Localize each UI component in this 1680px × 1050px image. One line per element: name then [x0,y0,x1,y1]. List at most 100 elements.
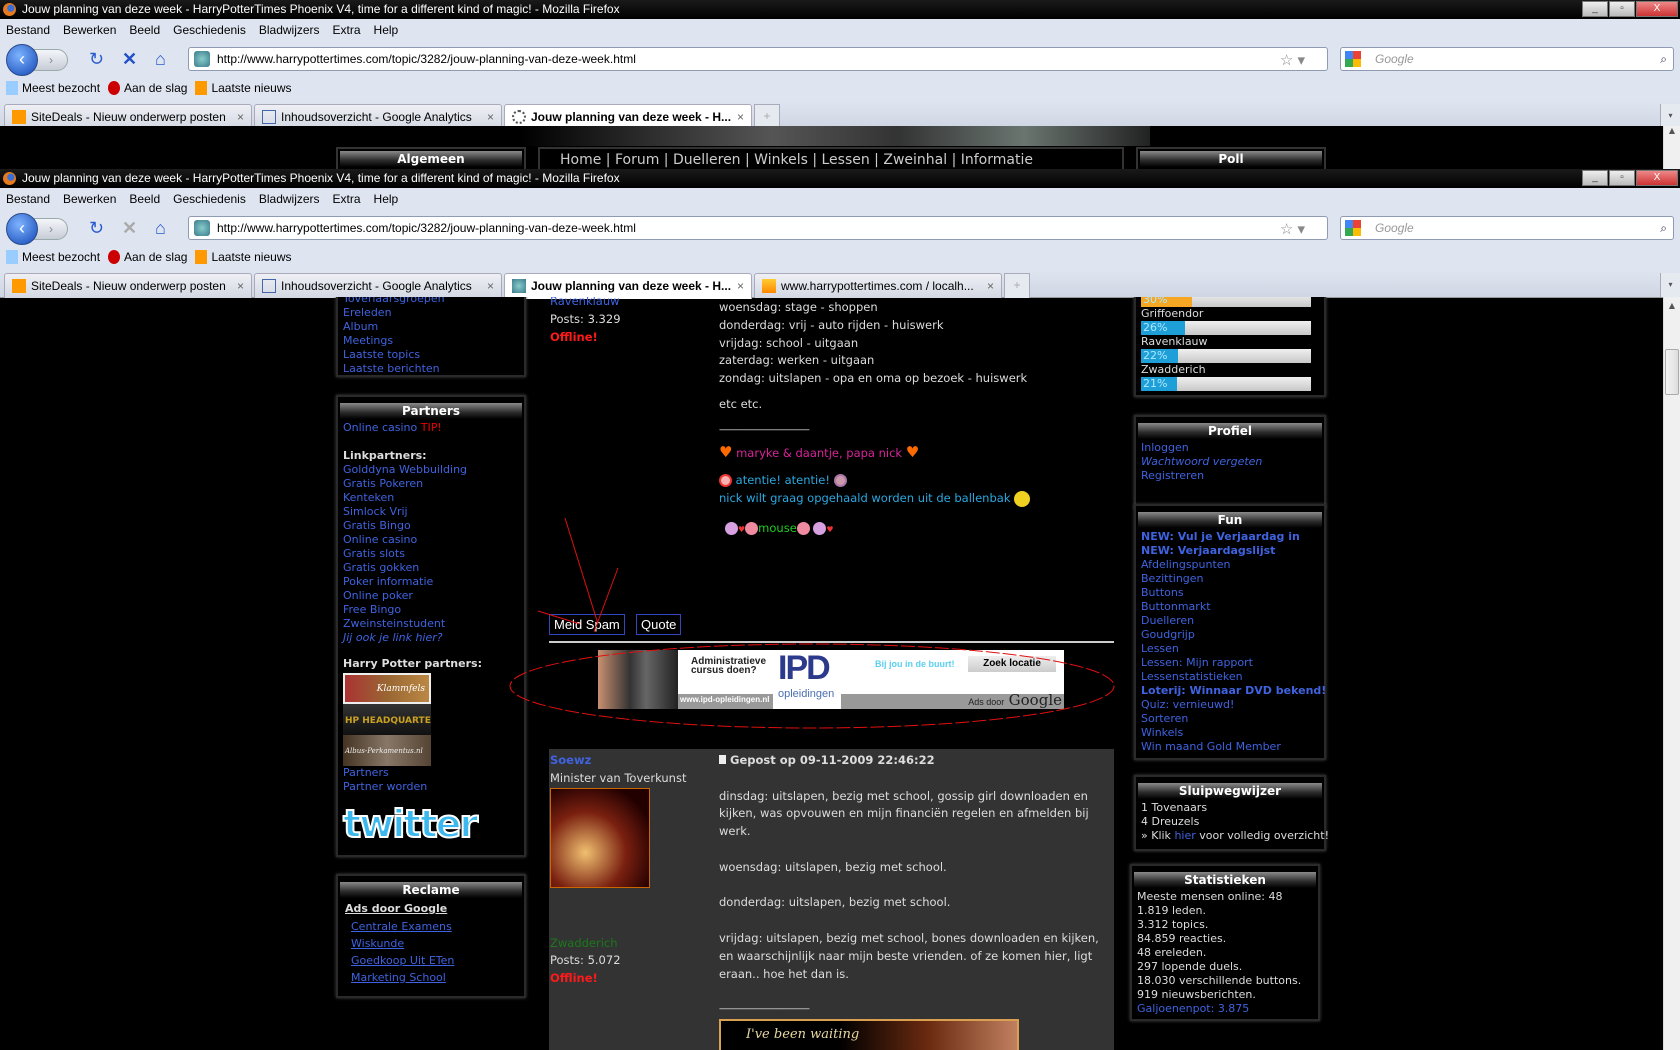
bookmark-star-icon[interactable]: ☆ ▾ [1280,50,1305,72]
menu-geschiedenis[interactable]: Geschiedenis [173,188,246,210]
reload-icon[interactable]: ↻ [89,218,104,238]
page-scrollbar[interactable]: ▲ [1663,297,1680,1050]
bookmark-meest-bezocht[interactable]: Meest bezocht [6,75,100,101]
sitedeals-icon [12,279,26,293]
back-button[interactable]: ‹ [6,44,38,76]
search-icon[interactable]: ⌕ [1660,217,1667,239]
analytics-icon [262,279,276,293]
stop-icon[interactable]: ✕ [122,49,137,69]
poll-box: Poll [1136,147,1326,169]
tab-close-icon[interactable]: × [237,274,244,298]
search-bar[interactable]: Google ⌕ [1340,47,1674,71]
bookmark-meest-bezocht[interactable]: Meest bezocht [6,244,100,270]
header-banner-image [520,126,1150,146]
bookmark-icon [6,250,18,264]
menu-bestand[interactable]: Bestand [6,19,50,41]
tab-list-button[interactable]: ▾ [1660,273,1680,297]
tab-label: Jouw planning van deze week - H... [531,110,732,124]
menu-bladwijzers[interactable]: Bladwijzers [259,188,320,210]
back-window-chrome: Bestand Bewerken Beeld Geschiedenis Bladwijz… [0,19,1680,130]
front-window-titlebar[interactable]: Jouw planning van deze week - HarryPotte… [0,169,1680,188]
tab-label: Jouw planning van deze week - H... [531,279,732,293]
firefox-red-icon [108,81,121,95]
menu-bewerken[interactable]: Bewerken [63,188,116,210]
phpmyadmin-icon [762,279,776,293]
bookmark-label: Aan de slag [124,81,188,95]
tab-jouw-planning[interactable]: Jouw planning van deze week - H... × [504,273,752,299]
annotation-line [537,610,581,625]
stop-icon: ✕ [122,218,138,238]
firefox-icon [3,172,16,185]
search-icon[interactable]: ⌕ [1660,48,1667,70]
maximize-button[interactable]: ▫ [1609,170,1635,186]
annotation-overlay [509,517,1115,729]
tab-phpmyadmin[interactable]: www.harrypottertimes.com / localh... × [754,273,1002,298]
tab-bar: SiteDeals - Nieuw onderwerp posten × Inho… [0,101,1680,130]
tab-list-button[interactable]: ▾ [1660,104,1680,128]
poll-header: Poll [1140,151,1322,167]
rss-icon [195,250,208,264]
back-window-titlebar[interactable]: Jouw planning van deze week - HarryPotte… [0,0,1680,19]
close-button[interactable]: X [1636,170,1678,186]
tab-close-icon[interactable]: × [487,274,494,298]
back-scrollbar[interactable]: ▲ [1663,126,1680,169]
bookmark-label: Laatste nieuws [211,81,292,95]
rss-icon [195,81,208,95]
tab-label: SiteDeals - Nieuw onderwerp posten [31,110,226,124]
site-favicon [194,51,210,67]
forward-button[interactable]: › [34,218,68,240]
tab-bar: SiteDeals - Nieuw onderwerp posten × Inho… [0,270,1680,299]
menu-bladwijzers[interactable]: Bladwijzers [259,19,320,41]
home-icon[interactable]: ⌂ [155,49,166,69]
bookmark-label: Meest bezocht [22,81,101,95]
url-bar[interactable]: http://www.harrypottertimes.com/topic/32… [188,216,1328,240]
menu-geschiedenis[interactable]: Geschiedenis [173,19,246,41]
scrollbar-thumb[interactable] [1665,349,1679,395]
bookmark-aan-de-slag[interactable]: Aan de slag [108,244,187,270]
menu-help[interactable]: Help [374,188,399,210]
tab-close-icon[interactable]: × [737,274,744,298]
tab-label: Inhoudsoverzicht - Google Analytics [281,110,472,124]
menu-beeld[interactable]: Beeld [129,188,160,210]
main-nav[interactable]: Home | Forum | Duelleren | Winkels | Les… [538,147,1124,169]
maximize-button[interactable]: ▫ [1609,1,1635,17]
google-icon [1345,51,1361,67]
minimize-button[interactable]: _ [1582,1,1608,17]
close-button[interactable]: X [1636,1,1678,17]
menu-extra[interactable]: Extra [333,19,361,41]
scroll-up-icon[interactable]: ▲ [1664,126,1680,135]
home-icon[interactable]: ⌂ [155,218,166,238]
scroll-up-icon[interactable]: ▲ [1664,301,1680,310]
search-bar[interactable]: Google ⌕ [1340,216,1674,240]
back-button[interactable]: ‹ [6,213,38,245]
bookmark-label: Aan de slag [124,250,188,264]
firefox-red-icon [108,250,121,264]
analytics-icon [262,110,276,124]
new-tab-button[interactable]: + [1004,273,1030,298]
back-page-content: Algemeen Home | Forum | Duelleren | Wink… [0,126,1663,169]
tab-analytics[interactable]: Inhoudsoverzicht - Google Analytics × [254,273,502,298]
minimize-button[interactable]: _ [1582,170,1608,186]
annotation-ellipse [509,643,1115,729]
bookmark-laatste-nieuws[interactable]: Laatste nieuws [195,75,292,101]
tab-close-icon[interactable]: × [987,274,994,298]
menu-extra[interactable]: Extra [333,188,361,210]
search-placeholder: Google [1375,52,1414,66]
url-bar[interactable]: http://www.harrypottertimes.com/topic/32… [188,47,1328,71]
tab-sitedeals[interactable]: SiteDeals - Nieuw onderwerp posten × [4,273,252,298]
forward-button[interactable]: › [34,49,68,71]
bookmark-aan-de-slag[interactable]: Aan de slag [108,75,187,101]
menu-beeld[interactable]: Beeld [129,19,160,41]
menu-bewerken[interactable]: Bewerken [63,19,116,41]
search-placeholder: Google [1375,221,1414,235]
window-title: Jouw planning van deze week - HarryPotte… [22,2,620,16]
tab-label: Inhoudsoverzicht - Google Analytics [281,279,472,293]
navigation-toolbar: › ‹ ↻ ✕ ⌂ http://www.harrypottertimes.co… [0,210,1680,245]
bookmark-laatste-nieuws[interactable]: Laatste nieuws [195,244,292,270]
bookmark-icon [6,81,18,95]
reload-icon[interactable]: ↻ [89,49,104,69]
google-icon [1345,220,1361,236]
bookmark-star-icon[interactable]: ☆ ▾ [1280,219,1305,241]
menu-bestand[interactable]: Bestand [6,188,50,210]
menu-help[interactable]: Help [374,19,399,41]
